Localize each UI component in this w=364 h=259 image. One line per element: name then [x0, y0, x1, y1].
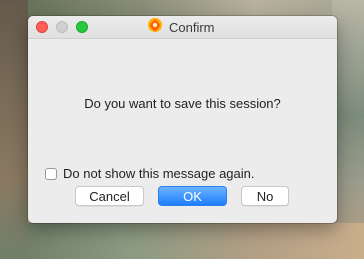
window-title: Confirm	[169, 19, 215, 35]
no-button[interactable]: No	[241, 186, 289, 206]
xnview-flame-icon	[147, 17, 169, 38]
window-title-group: Confirm	[147, 17, 215, 38]
ok-button[interactable]: OK	[158, 186, 227, 206]
wallpaper-bottom	[0, 223, 364, 259]
cancel-button[interactable]: Cancel	[75, 186, 144, 206]
desktop-background: Confirm Do you want to save this session…	[0, 0, 364, 259]
title-bar[interactable]: Confirm	[28, 16, 337, 39]
minimize-window-button[interactable]	[56, 21, 68, 33]
dont-show-again-row[interactable]: Do not show this message again.	[45, 166, 255, 181]
dont-show-again-checkbox[interactable]	[45, 167, 57, 180]
confirm-dialog: Confirm Do you want to save this session…	[28, 16, 337, 223]
dont-show-again-label: Do not show this message again.	[63, 166, 255, 181]
maximize-window-button[interactable]	[76, 21, 88, 33]
wallpaper-left	[0, 0, 28, 259]
dialog-message: Do you want to save this session?	[84, 96, 281, 111]
close-window-button[interactable]	[36, 21, 48, 33]
